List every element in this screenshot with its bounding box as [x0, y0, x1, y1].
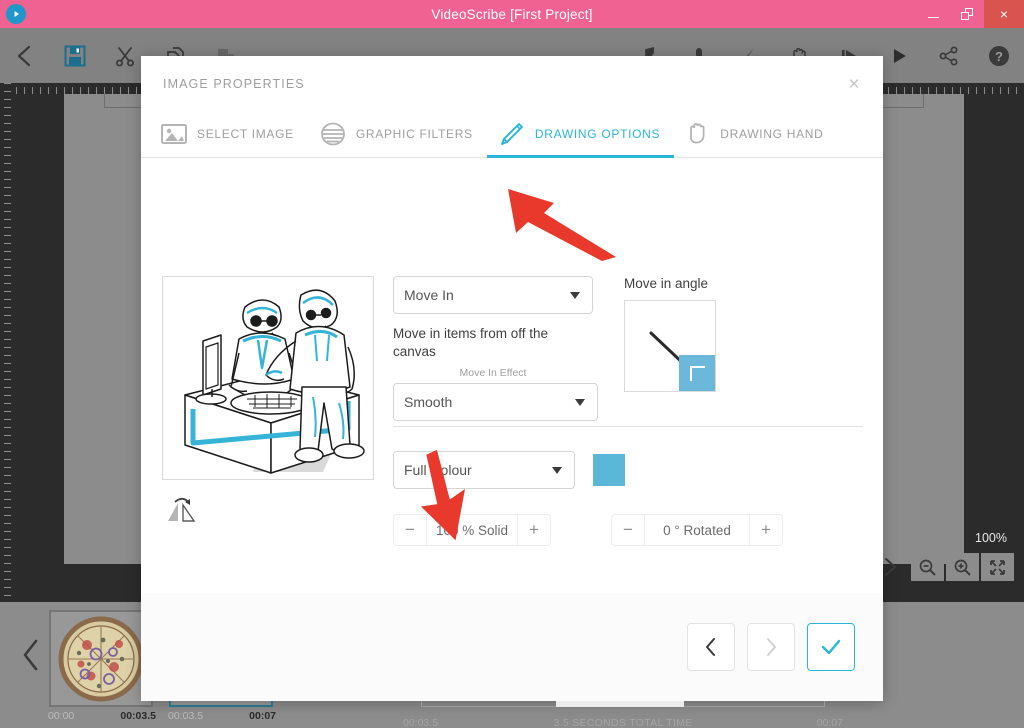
- dialog-next-button: [747, 623, 795, 671]
- thumbnail-pizza[interactable]: [49, 610, 153, 707]
- thumb-end-time: 00:07: [249, 710, 276, 722]
- save-button[interactable]: [50, 28, 100, 83]
- close-icon[interactable]: ×: [843, 74, 865, 96]
- chevron-down-icon: [575, 399, 585, 406]
- tab-select-image[interactable]: SELECT IMAGE: [149, 111, 308, 157]
- opacity-decrease-button[interactable]: −: [394, 514, 426, 546]
- rotation-value: 0 ° Rotated: [644, 514, 750, 546]
- image-preview[interactable]: [162, 276, 374, 480]
- dialog-prev-button[interactable]: [687, 623, 735, 671]
- dialog-body: Move In Move in items from off the canva…: [141, 158, 883, 728]
- thumb-start-time: 00:00: [48, 710, 75, 722]
- timeline-prev-button[interactable]: [14, 632, 48, 678]
- close-button[interactable]: ×: [984, 0, 1024, 28]
- move-in-angle-group: Move in angle: [624, 276, 716, 392]
- videoscribe-logo-icon: [6, 4, 26, 24]
- tab-label: DRAWING HAND: [720, 127, 824, 141]
- zoom-in-icon[interactable]: [946, 553, 979, 581]
- tab-label: DRAWING OPTIONS: [534, 127, 661, 141]
- minimize-button[interactable]: [916, 0, 950, 28]
- timing-readout: 00:03.5 3.5 SECONDS TOTAL TIME 00:07: [403, 717, 843, 728]
- pencil-icon: [499, 121, 525, 147]
- window-title: VideoScribe [First Project]: [431, 6, 593, 22]
- filters-icon: [320, 122, 346, 146]
- chevron-down-icon: [570, 292, 580, 299]
- animation-effect-value: Smooth: [404, 394, 453, 410]
- tab-label: SELECT IMAGE: [197, 127, 294, 141]
- colour-swatch[interactable]: [593, 454, 625, 486]
- timing-end: 00:07: [816, 717, 843, 728]
- dialog-confirm-button[interactable]: [807, 623, 855, 671]
- animation-description: Move in items from off the canvas: [393, 326, 549, 359]
- flip-rotate-icon[interactable]: [165, 497, 197, 523]
- animation-effect-select[interactable]: Smooth: [393, 383, 598, 421]
- share-button[interactable]: [924, 28, 974, 83]
- fit-to-screen-icon[interactable]: [981, 553, 1014, 581]
- section-divider: [393, 426, 863, 427]
- colour-mode-value: Full Colour: [404, 462, 472, 478]
- opacity-stepper: − 100 % Solid +: [393, 514, 551, 546]
- tab-drawing-hand[interactable]: DRAWING HAND: [674, 111, 837, 157]
- colour-mode-select[interactable]: Full Colour: [393, 451, 575, 489]
- effect-label: Move In Effect: [459, 367, 527, 379]
- colour-row: Full Colour: [393, 451, 625, 489]
- angle-corner-indicator[interactable]: [679, 355, 715, 391]
- window-controls: ×: [916, 0, 1024, 28]
- opacity-value: 100 % Solid: [426, 514, 518, 546]
- animation-type-select[interactable]: Move In: [393, 276, 593, 314]
- rotation-increase-button[interactable]: +: [750, 514, 782, 546]
- thumb-end-time: 00:03.5: [120, 710, 156, 722]
- ruler-left: [0, 83, 11, 602]
- tab-label: GRAPHIC FILTERS: [355, 127, 473, 141]
- image-icon: [161, 123, 187, 145]
- dialog-title: IMAGE PROPERTIES: [163, 77, 305, 91]
- timing-total: 3.5 SECONDS TOTAL TIME: [553, 717, 693, 728]
- restore-button[interactable]: [950, 0, 984, 28]
- zoom-out-icon[interactable]: [911, 553, 944, 581]
- animation-type-value: Move In: [404, 287, 454, 303]
- animation-fields: Move In Move in items from off the canva…: [393, 276, 603, 421]
- image-properties-dialog: IMAGE PROPERTIES × SELECT IMAGE GRAPHIC …: [141, 56, 883, 728]
- thumb-start-time: 00:03.5: [168, 710, 204, 722]
- hand-icon: [686, 121, 710, 147]
- move-in-angle-label: Move in angle: [624, 276, 709, 291]
- zoom-tools: [911, 553, 1014, 581]
- title-bar: VideoScribe [First Project] ×: [0, 0, 1024, 28]
- svg-text:?: ?: [995, 49, 1003, 64]
- move-in-angle-picker[interactable]: [624, 300, 716, 392]
- tab-graphic-filters[interactable]: GRAPHIC FILTERS: [308, 111, 487, 157]
- rotation-stepper: − 0 ° Rotated +: [611, 514, 783, 546]
- tab-drawing-options[interactable]: DRAWING OPTIONS: [486, 111, 675, 158]
- dialog-footer: [141, 593, 883, 701]
- help-button[interactable]: ?: [974, 28, 1024, 83]
- zoom-level-label: 100%: [975, 531, 1007, 545]
- thumbnail-times: 00:03.5 00:07: [168, 710, 276, 722]
- rotation-decrease-button[interactable]: −: [612, 514, 644, 546]
- dialog-header: IMAGE PROPERTIES ×: [141, 56, 883, 112]
- back-button[interactable]: [0, 28, 50, 83]
- thumbnail-times: 00:00 00:03.5: [48, 710, 156, 722]
- transform-steppers: − 100 % Solid + − 0 ° Rotated +: [393, 514, 783, 546]
- dialog-tabs: SELECT IMAGE GRAPHIC FILTERS DRAWING OPT…: [141, 112, 883, 158]
- opacity-increase-button[interactable]: +: [518, 514, 550, 546]
- videoscribe-app: VideoScribe [First Project] × ? 100% 00:…: [0, 0, 1024, 728]
- chevron-down-icon: [552, 467, 562, 474]
